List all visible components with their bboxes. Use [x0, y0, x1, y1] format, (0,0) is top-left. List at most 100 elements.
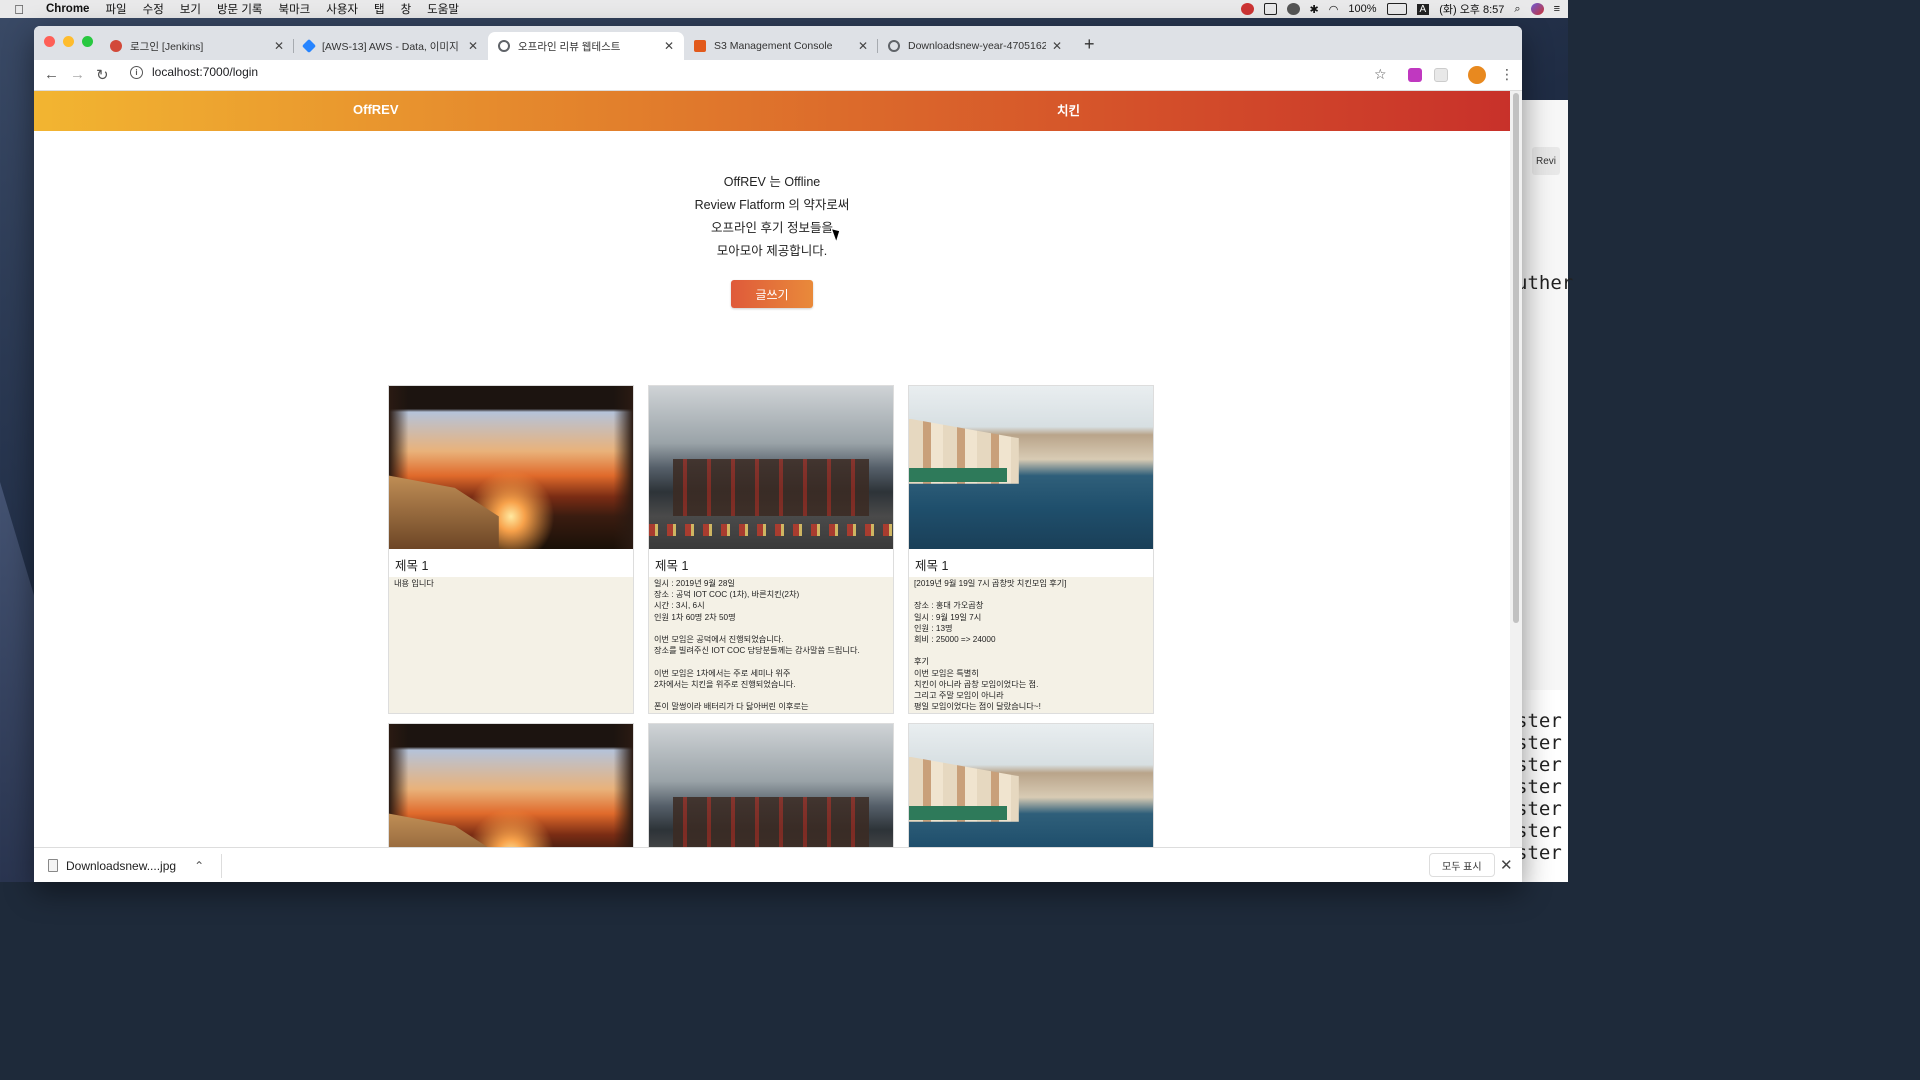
review-card[interactable]	[388, 723, 634, 847]
terminal-line: ster	[1516, 842, 1562, 864]
scrollbar-thumb[interactable]	[1513, 93, 1519, 623]
siri-icon[interactable]	[1530, 3, 1544, 15]
download-divider	[221, 854, 222, 878]
back-icon[interactable]: ←	[44, 66, 59, 83]
venice-canal-image	[909, 386, 1153, 549]
card-body: 내용 입니다	[394, 579, 434, 588]
tab-s3-console[interactable]: S3 Management Console ✕	[684, 32, 878, 60]
site-info-icon[interactable]: i	[130, 65, 143, 79]
input-source-icon[interactable]: A	[1416, 3, 1430, 15]
apple-icon[interactable]: 	[0, 2, 38, 17]
wifi-icon[interactable]: ◠	[1329, 3, 1339, 16]
review-card[interactable]	[648, 723, 894, 847]
menu-tab[interactable]: 탭	[366, 1, 393, 17]
venice-canal-image	[909, 724, 1153, 847]
terminal-line: ster	[1516, 710, 1562, 732]
reload-icon[interactable]: ↻	[96, 66, 109, 84]
address-bar[interactable]: i localhost:7000/login	[130, 65, 258, 79]
terminal-line: ster	[1516, 754, 1562, 776]
card-body: [2019년 9월 19일 7시 곱창맛 치킨모임 후기] 장소 : 홍대 가오…	[914, 579, 1067, 712]
review-card[interactable]: 제목 1 [2019년 9월 19일 7시 곱창맛 치킨모임 후기] 장소 : …	[908, 385, 1154, 714]
close-window-button[interactable]	[44, 36, 55, 47]
site-brand[interactable]: OffREV	[353, 102, 399, 117]
extension-icon[interactable]	[1434, 68, 1448, 82]
jenkins-favicon-icon	[110, 40, 122, 52]
download-item[interactable]: Downloadsnew....jpg ⌃	[48, 848, 204, 882]
river-town-image	[649, 386, 893, 549]
creative-cloud-icon[interactable]	[1286, 3, 1300, 15]
review-card[interactable]	[908, 723, 1154, 847]
bookmark-star-icon[interactable]: ☆	[1374, 66, 1387, 83]
page-scrollbar[interactable]	[1510, 91, 1522, 847]
cave-sunset-image	[389, 386, 633, 549]
intro-line: 모아모아 제공합니다.	[716, 244, 828, 258]
window-controls	[44, 36, 93, 47]
browser-toolbar: ← → ↻ i localhost:7000/login ☆ ⋮	[34, 60, 1522, 91]
tab-title: 오프라인 리뷰 웹테스트	[518, 40, 621, 53]
download-bar: Downloadsnew....jpg ⌃ 모두 표시 ✕	[34, 847, 1522, 882]
review-card[interactable]: 제목 1 일시 : 2019년 9월 28일 장소 : 공덕 IOT COC (…	[648, 385, 894, 714]
nav-item-chicken[interactable]: 치킨	[1057, 100, 1080, 119]
river-town-image	[649, 724, 893, 847]
display-icon[interactable]	[1263, 3, 1277, 15]
page-viewport: OffREV 치킨 OffREV 는 Offline Review Flatfo…	[34, 91, 1510, 847]
menu-edit[interactable]: 수정	[135, 1, 172, 17]
menu-people[interactable]: 사용자	[318, 1, 366, 17]
review-card[interactable]: 제목 1 내용 입니다	[388, 385, 634, 714]
background-terminal: ster ster ster ster ster ster ster	[1516, 690, 1568, 882]
menu-file[interactable]: 파일	[97, 1, 134, 17]
menu-bookmarks[interactable]: 북마크	[270, 1, 318, 17]
close-tab-icon[interactable]: ✕	[468, 39, 478, 53]
bluetooth-icon[interactable]: ✱	[1310, 3, 1319, 16]
close-tab-icon[interactable]: ✕	[858, 39, 868, 53]
menu-view[interactable]: 보기	[172, 1, 209, 17]
spotlight-search-icon[interactable]: ⌕	[1514, 3, 1520, 16]
minimize-window-button[interactable]	[63, 36, 74, 47]
forward-icon[interactable]: →	[70, 66, 85, 83]
close-tab-icon[interactable]: ✕	[274, 39, 284, 53]
globe-favicon-icon	[498, 40, 510, 52]
menu-window[interactable]: 창	[393, 1, 420, 17]
download-filename[interactable]: Downloadsnew....jpg	[66, 859, 176, 873]
notification-center-icon[interactable]: ≡	[1554, 3, 1560, 15]
chrome-menu-icon[interactable]: ⋮	[1500, 66, 1514, 83]
site-navbar: OffREV 치킨	[34, 91, 1510, 131]
card-title: 제목 1	[389, 549, 633, 577]
tab-jira-aws[interactable]: [AWS-13] AWS - Data, 이미지 업 ✕	[294, 32, 488, 60]
tab-title: [AWS-13] AWS - Data, 이미지 업	[322, 40, 462, 53]
url-text[interactable]: localhost:7000/login	[152, 65, 258, 79]
tab-title: S3 Management Console	[714, 40, 833, 52]
screen-record-icon[interactable]	[1240, 3, 1254, 15]
background-tab: Revi	[1532, 147, 1561, 175]
extension-icon[interactable]	[1408, 68, 1422, 82]
mac-menubar:  Chrome 파일 수정 보기 방문 기록 북마크 사용자 탭 창 도움말 …	[0, 0, 1568, 18]
globe-favicon-icon	[888, 40, 900, 52]
clock[interactable]: (화) 오후 8:57	[1439, 1, 1504, 17]
terminal-line: ster	[1516, 732, 1562, 754]
zoom-window-button[interactable]	[82, 36, 93, 47]
terminal-line: ster	[1516, 798, 1562, 820]
new-tab-button[interactable]: +	[1084, 34, 1095, 55]
tab-offline-review[interactable]: 오프라인 리뷰 웹테스트 ✕	[488, 32, 684, 60]
menu-app-chrome[interactable]: Chrome	[38, 3, 97, 15]
close-download-bar-icon[interactable]: ✕	[1500, 856, 1513, 874]
menu-help[interactable]: 도움말	[419, 1, 467, 17]
card-title: 제목 1	[909, 549, 1153, 577]
tab-strip: 로그인 [Jenkins] ✕ [AWS-13] AWS - Data, 이미지…	[34, 26, 1522, 60]
tab-jenkins[interactable]: 로그인 [Jenkins] ✕	[100, 32, 294, 60]
card-title: 제목 1	[649, 549, 893, 577]
write-button[interactable]: 글쓰기	[731, 280, 813, 308]
battery-icon[interactable]	[1386, 3, 1407, 15]
tab-downloads-image[interactable]: Downloadsnew-year-4705162 ✕	[878, 32, 1072, 60]
show-all-downloads-button[interactable]: 모두 표시	[1429, 853, 1495, 877]
intro-line: 오프라인 후기 정보들을	[711, 221, 833, 235]
profile-avatar[interactable]	[1468, 66, 1486, 84]
tab-title: Downloadsnew-year-4705162	[908, 40, 1046, 52]
terminal-line: ster	[1516, 776, 1562, 798]
intro-line: Review Flatform 의 약자로써	[694, 198, 850, 212]
close-tab-icon[interactable]: ✕	[664, 39, 674, 53]
battery-label[interactable]: 100%	[1348, 3, 1376, 15]
menu-history[interactable]: 방문 기록	[209, 1, 271, 17]
close-tab-icon[interactable]: ✕	[1052, 39, 1062, 53]
chevron-up-icon[interactable]: ⌃	[194, 859, 204, 873]
